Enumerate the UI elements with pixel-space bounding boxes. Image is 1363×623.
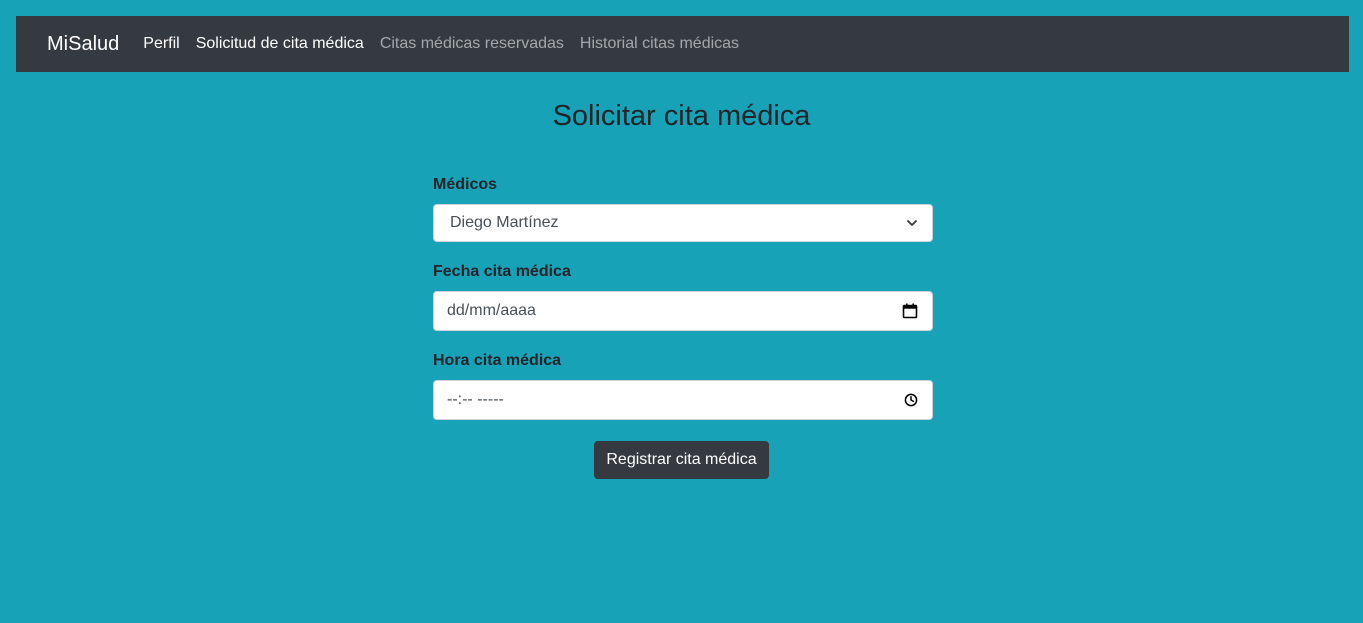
date-input[interactable]: dd/mm/aaaa <box>433 291 933 331</box>
date-input-placeholder: dd/mm/aaaa <box>447 302 536 319</box>
nav-link-solicitud-cita[interactable]: Solicitud de cita médica <box>196 35 364 53</box>
clock-icon[interactable] <box>904 393 918 407</box>
brand-link[interactable]: MiSalud <box>47 33 119 56</box>
page-title: Solicitar cita médica <box>552 100 811 132</box>
register-appointment-button[interactable]: Registrar cita médica <box>594 441 769 479</box>
time-input-placeholder: --:-- ----- <box>447 391 504 408</box>
chevron-down-icon <box>906 217 918 229</box>
doctor-select-value: Diego Martínez <box>450 214 559 231</box>
date-label: Fecha cita médica <box>433 263 571 280</box>
submit-wrapper: Registrar cita médica <box>0 441 1363 479</box>
calendar-icon[interactable] <box>902 303 918 319</box>
appointment-form: Médicos Diego Martínez Fecha cita médica… <box>433 166 933 420</box>
nav-link-perfil[interactable]: Perfil <box>143 35 179 53</box>
doctor-label: Médicos <box>433 176 498 193</box>
nav-link-historial-citas[interactable]: Historial citas médicas <box>580 35 739 53</box>
time-label: Hora cita médica <box>433 352 562 369</box>
nav-link-citas-reservadas[interactable]: Citas médicas reservadas <box>380 35 564 53</box>
time-input[interactable]: --:-- ----- <box>433 380 933 420</box>
navbar: MiSalud Perfil Solicitud de cita médica … <box>16 16 1349 72</box>
doctor-select[interactable]: Diego Martínez <box>433 204 933 242</box>
